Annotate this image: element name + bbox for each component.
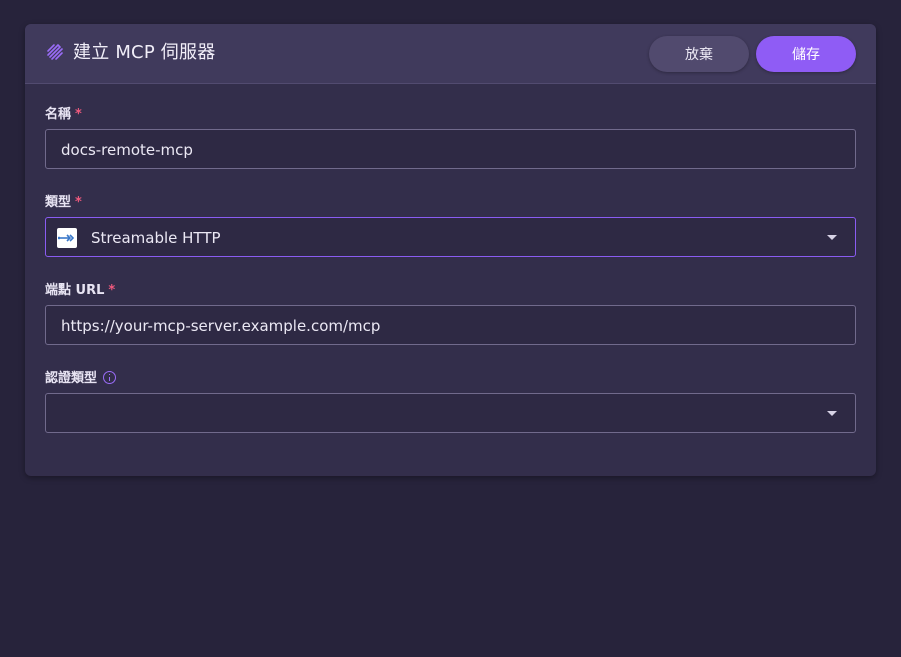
info-icon[interactable] <box>103 371 117 384</box>
endpoint-label-text: 端點 URL <box>45 283 105 298</box>
required-mark: * <box>108 283 116 298</box>
streamable-http-icon <box>57 228 77 248</box>
endpoint-label: 端點 URL * <box>45 283 115 299</box>
name-label-text: 名稱 <box>45 107 72 122</box>
mcp-logo-icon <box>45 42 65 62</box>
name-label: 名稱 * <box>45 107 82 123</box>
required-mark: * <box>75 107 82 122</box>
type-label-text: 類型 <box>45 195 72 210</box>
chevron-down-icon <box>827 235 837 240</box>
page-title: 建立 MCP 伺服器 <box>73 42 216 63</box>
endpoint-url-value: https://your-mcp-server.example.com/mcp <box>61 317 381 335</box>
auth-type-label-text: 認證類型 <box>45 371 98 386</box>
endpoint-url-input[interactable]: https://your-mcp-server.example.com/mcp <box>45 305 856 345</box>
save-button[interactable]: 儲存 <box>756 36 856 72</box>
type-select[interactable]: Streamable HTTP <box>45 217 856 257</box>
card-header: 建立 MCP 伺服器 放棄 儲存 <box>25 24 876 84</box>
chevron-down-icon <box>827 411 837 416</box>
cancel-button[interactable]: 放棄 <box>649 36 749 72</box>
required-mark: * <box>75 195 82 210</box>
type-select-value: Streamable HTTP <box>91 229 221 247</box>
name-input[interactable]: docs-remote-mcp <box>45 129 856 169</box>
auth-type-label: 認證類型 <box>45 371 117 387</box>
type-label: 類型 * <box>45 195 82 211</box>
name-input-value: docs-remote-mcp <box>61 141 193 159</box>
auth-type-select[interactable] <box>45 393 856 433</box>
create-mcp-server-card: 建立 MCP 伺服器 放棄 儲存 名稱 * docs-remote-mcp 類型 *… <box>25 24 876 476</box>
